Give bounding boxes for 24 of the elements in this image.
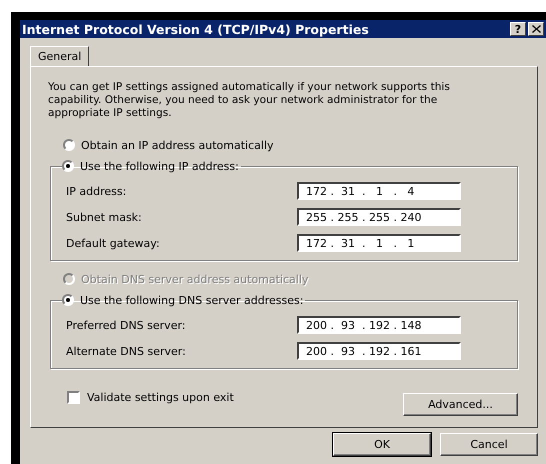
radio-button[interactable]: Use the following IP address:	[62, 158, 239, 174]
ip-address-field[interactable]: 200 . 93 . 192 . 148	[297, 316, 461, 334]
ip-address-field[interactable]: 200 . 93 . 192 . 161	[297, 342, 461, 360]
ok-button[interactable]: OK	[333, 433, 431, 456]
ip-address-field[interactable]: 255 . 255 . 255 . 240	[297, 208, 461, 226]
close-icon	[532, 25, 540, 33]
cancel-button[interactable]: Cancel	[440, 433, 538, 456]
field-label: IP address:	[66, 184, 128, 198]
checkbox[interactable]: Validate settings upon exit	[67, 391, 234, 404]
ip-address-field[interactable]: 172 . 31 . 1 . 1	[297, 234, 461, 252]
window-title: Internet Protocol Version 4 (TCP/IPv4) Properties	[22, 22, 369, 36]
field-label: Subnet mask:	[66, 210, 143, 224]
radio-button[interactable]: Obtain an IP address automatically	[63, 137, 518, 153]
description-text: You can get IP settings assigned automatically if your network supports this capability. Otherwise, you need to ask your network administrator for the appropriate IP settings.	[48, 81, 451, 120]
radio-button: Obtain DNS server address automatically	[63, 271, 518, 287]
close-button[interactable]	[528, 22, 544, 36]
ip-address-field[interactable]: 172 . 31 . 1 . 4	[297, 182, 461, 200]
field-label: Default gateway:	[66, 236, 161, 250]
field-label: Preferred DNS server:	[66, 318, 186, 332]
help-button[interactable]: ?	[510, 22, 526, 36]
tab[interactable]: General	[30, 46, 90, 66]
radio-button[interactable]: Use the following DNS server addresses:	[62, 292, 304, 308]
advanced-button[interactable]: Advanced...	[403, 393, 518, 416]
field-label: Alternate DNS server:	[66, 344, 187, 358]
